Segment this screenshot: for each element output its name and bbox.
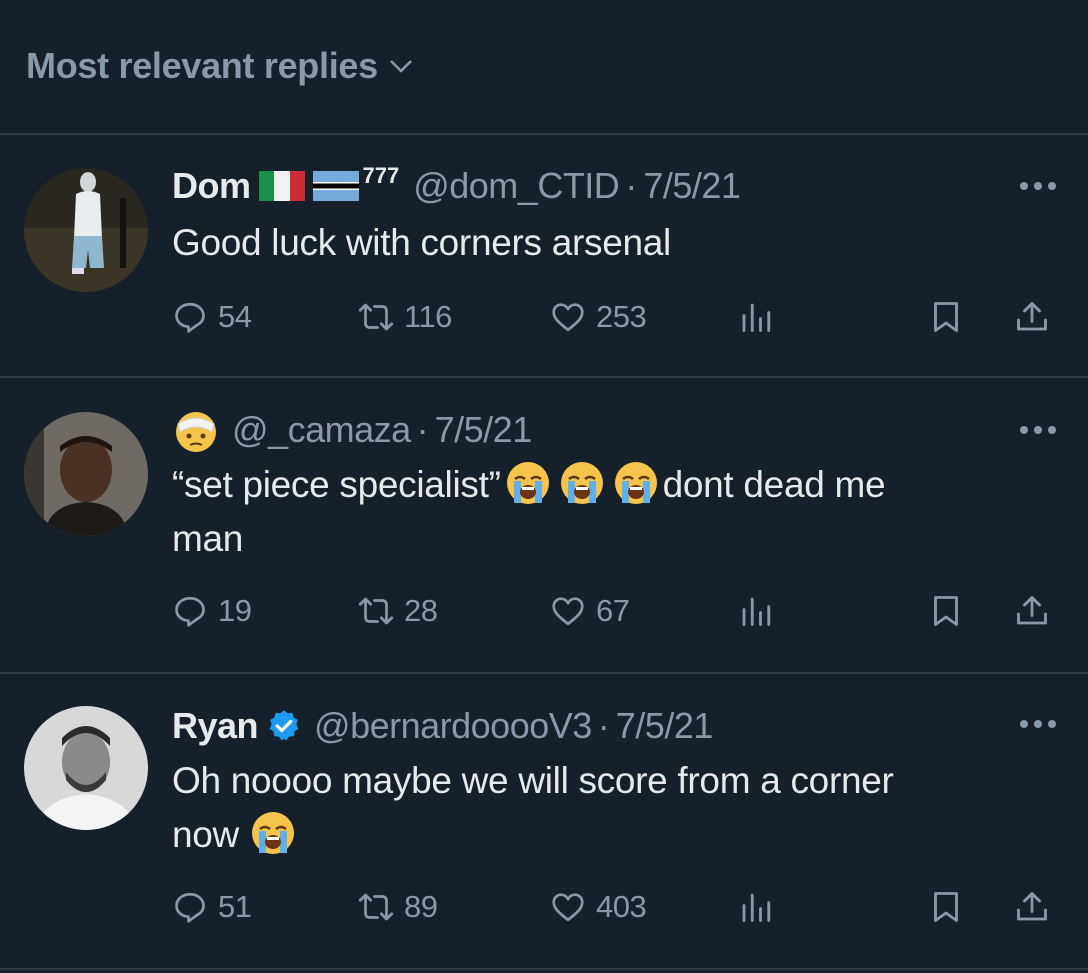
- reply-item[interactable]: @_camaza · 7/5/21 “set piece specialist”…: [0, 378, 1088, 672]
- repost-button[interactable]: 89: [358, 882, 438, 932]
- separator: ·: [597, 705, 610, 746]
- like-count: 67: [596, 593, 630, 628]
- share-button[interactable]: [1014, 292, 1050, 342]
- separator: ·: [625, 165, 638, 206]
- repost-icon: [358, 303, 394, 331]
- sort-label: Most relevant replies: [26, 45, 378, 86]
- reply-text-tail: dont dead me: [662, 464, 886, 505]
- avatar[interactable]: [24, 706, 148, 830]
- heart-icon: [552, 303, 584, 332]
- botswana-flag-icon: [312, 171, 359, 201]
- share-icon: [1017, 892, 1047, 921]
- reply-icon: [175, 596, 205, 627]
- verified-badge-icon: [269, 710, 299, 741]
- face-with-head-bandage-emoji: [172, 406, 220, 454]
- reply-header: @_camaza · 7/5/21: [172, 408, 532, 452]
- repost-icon: [358, 597, 394, 625]
- views-icon: [742, 893, 771, 922]
- timestamp[interactable]: 7/5/21: [435, 409, 533, 451]
- share-icon: [1017, 302, 1047, 331]
- share-icon: [1017, 596, 1047, 625]
- user-handle[interactable]: @_camaza: [232, 409, 411, 451]
- timestamp[interactable]: 7/5/21: [616, 705, 714, 747]
- reply-text: “set piece specialist” dont dead me man: [172, 458, 1052, 566]
- reply-text-line: Good luck with corners arsenal: [172, 222, 671, 263]
- reply-header: Dom 777 @dom_CTID · 7/5/21: [172, 163, 741, 208]
- repost-count: 28: [404, 593, 438, 628]
- reply-icon: [175, 302, 205, 333]
- share-button[interactable]: [1014, 586, 1050, 636]
- display-name[interactable]: Ryan: [172, 705, 259, 747]
- reply-item[interactable]: Ryan @bernardooooV3 · 7/5/21 Oh noooo ma…: [0, 674, 1088, 968]
- sort-dropdown[interactable]: Most relevant replies: [26, 44, 416, 88]
- repost-count: 89: [404, 889, 438, 924]
- display-name[interactable]: Dom: [172, 165, 251, 207]
- loudly-crying-face-emoji: [558, 459, 606, 507]
- reply-count: 54: [218, 299, 252, 334]
- action-bar: 51 89 403: [172, 882, 1062, 932]
- separator: ·: [416, 409, 429, 450]
- handle-suffix: 777: [362, 163, 400, 188]
- loudly-crying-face-emoji: [612, 459, 660, 507]
- views-icon: [742, 303, 771, 332]
- reply-item[interactable]: Dom 777 @dom_CTID · 7/5/21 Good luck wit…: [0, 134, 1088, 376]
- reply-text-line: Oh noooo maybe we will score from a corn…: [172, 760, 894, 801]
- views-button[interactable]: [738, 292, 774, 342]
- repost-button[interactable]: 116: [358, 292, 452, 342]
- more-horizontal-icon[interactable]: [1016, 714, 1060, 734]
- bookmark-button[interactable]: [928, 586, 964, 636]
- like-button[interactable]: 403: [550, 882, 647, 932]
- user-handle[interactable]: @bernardooooV3: [314, 705, 592, 747]
- repost-count: 116: [404, 299, 452, 334]
- bookmark-icon: [934, 302, 958, 332]
- avatar[interactable]: [24, 168, 148, 292]
- repost-button[interactable]: 28: [358, 586, 438, 636]
- reply-button[interactable]: 19: [172, 586, 252, 636]
- loudly-crying-face-emoji: [249, 809, 297, 857]
- bookmark-button[interactable]: [928, 292, 964, 342]
- timestamp[interactable]: 7/5/21: [643, 165, 741, 207]
- bookmark-icon: [934, 892, 958, 922]
- share-button[interactable]: [1014, 882, 1050, 932]
- loudly-crying-face-emoji: [504, 459, 552, 507]
- reply-count: 51: [218, 889, 252, 924]
- action-bar: 19 28 67: [172, 586, 1062, 636]
- avatar[interactable]: [24, 412, 148, 536]
- reply-text-line2: now: [172, 814, 239, 855]
- reply-header: Ryan @bernardooooV3 · 7/5/21: [172, 704, 713, 748]
- views-button[interactable]: [738, 586, 774, 636]
- divider: [0, 968, 1088, 970]
- views-icon: [742, 597, 771, 626]
- reply-text-line2: man: [172, 518, 244, 559]
- like-button[interactable]: 253: [550, 292, 647, 342]
- like-button[interactable]: 67: [550, 586, 630, 636]
- bookmark-icon: [934, 596, 958, 626]
- reply-button[interactable]: 54: [172, 292, 252, 342]
- views-button[interactable]: [738, 882, 774, 932]
- user-handle[interactable]: @dom_CTID: [413, 165, 620, 207]
- reply-icon: [175, 892, 205, 923]
- reply-count: 19: [218, 593, 252, 628]
- like-count: 403: [596, 889, 647, 924]
- chevron-down-icon: [389, 60, 412, 73]
- reply-text-quote: “set piece specialist”: [172, 464, 501, 505]
- italy-flag-icon: [258, 171, 305, 201]
- reply-button[interactable]: 51: [172, 882, 252, 932]
- repost-icon: [358, 893, 394, 921]
- heart-icon: [552, 597, 584, 626]
- reply-text: Oh noooo maybe we will score from a corn…: [172, 754, 1052, 862]
- action-bar: 54 116 253: [172, 292, 1062, 342]
- more-horizontal-icon[interactable]: [1016, 420, 1060, 440]
- heart-icon: [552, 893, 584, 922]
- reply-text: Good luck with corners arsenal: [172, 216, 1052, 270]
- bookmark-button[interactable]: [928, 882, 964, 932]
- more-horizontal-icon[interactable]: [1016, 176, 1060, 196]
- like-count: 253: [596, 299, 647, 334]
